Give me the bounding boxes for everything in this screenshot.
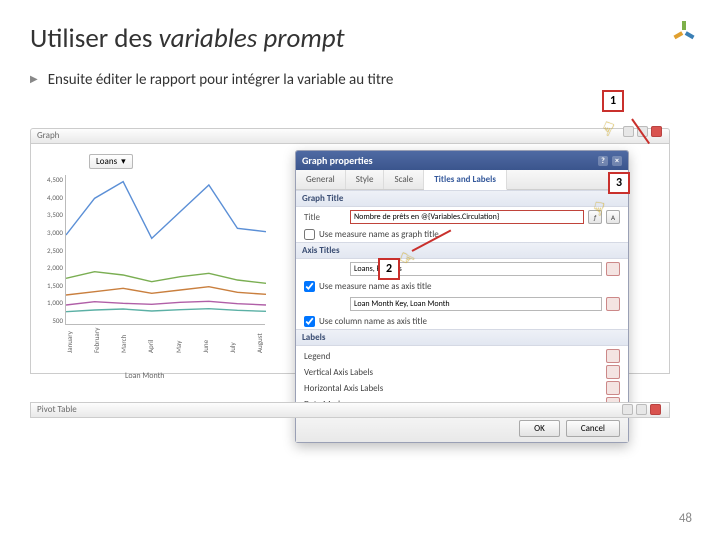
label-legend: Legend [304,351,330,362]
edit-icon[interactable] [606,297,620,311]
subtitle-text: Ensuite éditer le rapport pour intégrer … [48,71,394,89]
section-graph-title: Graph Title [296,190,628,207]
report-screenshot: Graph Loans ▾ 4,500 4,000 3,500 3,0 [30,128,670,418]
ok-button[interactable]: OK [519,420,560,437]
xtick: March [119,343,128,353]
ytick: 4,000 [39,193,63,202]
title-input[interactable] [350,210,584,224]
chevron-down-icon: ▾ [121,156,126,167]
x-axis-label: Loan Month [125,371,165,381]
callout-2: 2 [378,258,400,280]
font-icon[interactable]: A [606,210,620,224]
dialog-tabs: General Style Scale Titles and Labels [296,170,628,190]
brand-logo [672,20,696,44]
edit-icon[interactable] [606,365,620,379]
xtick: May [174,343,183,353]
xtick: August [255,343,264,353]
plot-area [65,175,265,325]
use-column-axis-checkbox[interactable] [304,316,315,327]
xtick: January [65,343,74,353]
tab-pivot-table[interactable]: Pivot Table [37,404,77,415]
top-tab-strip[interactable]: Graph [30,128,670,144]
formula-icon[interactable]: ƒ [588,210,602,224]
label-vaxis: Vertical Axis Labels [304,367,373,378]
close-icon[interactable] [650,404,661,415]
edit-icon[interactable] [622,404,633,415]
tab-scale[interactable]: Scale [384,170,424,189]
use-measure-axis-checkbox[interactable] [304,281,315,292]
measure-dropdown[interactable]: Loans ▾ [89,154,133,169]
bullet-icon: ▶ [30,72,38,85]
ytick: 2,000 [39,263,63,272]
label-haxis: Horizontal Axis Labels [304,383,383,394]
callout-1: 1 [602,90,624,112]
close-icon[interactable]: × [612,156,622,166]
dialog-title: Graph properties [302,154,373,167]
tab-titles-labels[interactable]: Titles and Labels [424,170,507,190]
measure-dropdown-label: Loans [96,156,117,167]
bottom-tab-strip[interactable]: Pivot Table [30,402,670,418]
haxis-title-input[interactable] [350,297,602,311]
graph-properties-dialog: Graph properties ? × General Style Scale… [295,150,629,443]
y-axis-ticks: 4,500 4,000 3,500 3,000 2,500 2,000 1,50… [39,175,63,325]
use-measure-graph-checkbox[interactable] [304,229,315,240]
subtitle: ▶ Ensuite éditer le rapport pour intégrer… [30,71,690,89]
xtick: July [228,343,237,353]
ytick: 500 [39,316,63,325]
title-italic: variables prompt [159,22,345,55]
page-number: 48 [679,511,692,526]
help-icon[interactable]: ? [598,156,608,166]
use-measure-axis-label: Use measure name as axis title [319,281,432,292]
ytick: 2,500 [39,246,63,255]
title-text: Utiliser des [30,22,159,55]
cancel-button[interactable]: Cancel [566,420,620,437]
use-measure-graph-label: Use measure name as graph title [319,229,439,240]
gear-icon[interactable] [636,404,647,415]
line-chart: 4,500 4,000 3,500 3,000 2,500 2,000 1,50… [65,175,265,325]
callout-3: 3 [608,172,630,194]
page-title: Utiliser des variables prompt [30,22,690,55]
ytick: 1,000 [39,298,63,307]
ytick: 3,500 [39,210,63,219]
x-axis-ticks: January February March April May June July Augu… [65,325,265,362]
ytick: 3,000 [39,228,63,237]
use-column-axis-label: Use column name as axis title [319,316,427,327]
edit-icon[interactable] [606,262,620,276]
ytick: 4,500 [39,175,63,184]
tab-style[interactable]: Style [346,170,385,189]
xtick: February [92,343,101,353]
edit-icon[interactable] [623,126,634,137]
edit-icon[interactable] [606,381,620,395]
edit-icon[interactable] [606,349,620,363]
title-label: Title [304,212,346,223]
xtick: April [146,343,155,353]
tab-graph[interactable]: Graph [37,130,59,141]
xtick: June [201,343,210,353]
ytick: 1,500 [39,281,63,290]
section-labels: Labels [296,329,628,346]
tab-general[interactable]: General [296,170,346,189]
close-icon[interactable] [651,126,662,137]
dialog-titlebar[interactable]: Graph properties ? × [296,151,628,170]
section-axis-titles: Axis Titles [296,242,628,259]
